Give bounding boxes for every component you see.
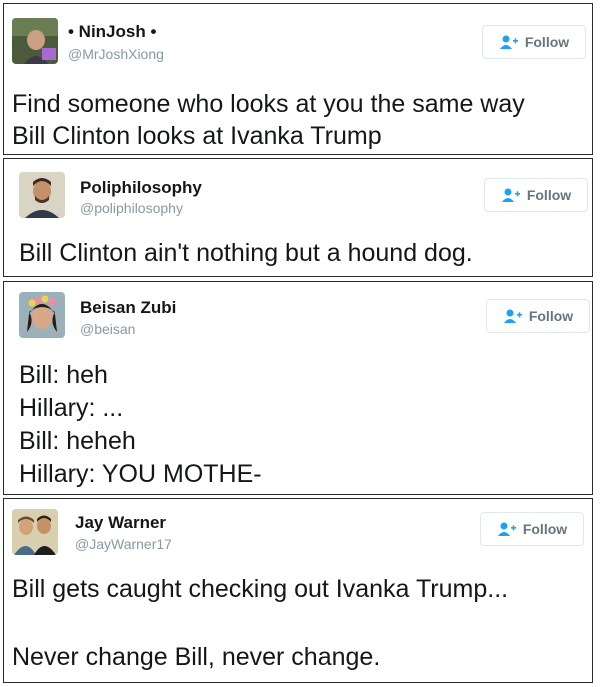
tweet-card: Poliphilosophy @poliphilosophy Follow Bi…: [3, 158, 593, 277]
avatar[interactable]: [19, 292, 65, 338]
tweet-card: Jay Warner @JayWarner17 Follow Bill gets…: [3, 498, 593, 683]
avatar[interactable]: [12, 509, 58, 555]
tweet-text-line: Bill: heh: [19, 361, 108, 389]
tweet-text-line: Hillary: YOU MOTHE-: [19, 460, 262, 488]
avatar[interactable]: [12, 18, 58, 64]
follow-button[interactable]: Follow: [486, 299, 590, 333]
follow-button[interactable]: Follow: [480, 512, 584, 546]
tweet-card: • NinJosh • @MrJoshXiong Follow Find som…: [3, 3, 593, 155]
tweet-text-line: Bill Clinton looks at Ivanka Trump: [12, 122, 382, 150]
tweet-text-line: Bill gets caught checking out Ivanka Tru…: [12, 575, 509, 603]
tweet-text-line: Bill Clinton ain't nothing but a hound d…: [19, 239, 473, 267]
follow-user-icon: [503, 309, 522, 323]
display-name[interactable]: Poliphilosophy: [80, 178, 202, 198]
tweet-text-line: Find someone who looks at you the same w…: [12, 90, 525, 118]
follow-button[interactable]: Follow: [484, 178, 588, 212]
user-handle[interactable]: @beisan: [80, 321, 135, 337]
user-handle[interactable]: @MrJoshXiong: [68, 46, 164, 62]
avatar[interactable]: [19, 172, 65, 218]
user-handle[interactable]: @JayWarner17: [75, 536, 172, 552]
tweet-text-line: Hillary: ...: [19, 394, 124, 422]
follow-label: Follow: [522, 521, 568, 537]
follow-user-icon: [501, 188, 520, 202]
follow-label: Follow: [526, 187, 572, 203]
tweet-text-line: Bill: heheh: [19, 427, 136, 455]
follow-label: Follow: [528, 308, 574, 324]
tweet-card: Beisan Zubi @beisan Follow Bill: heh Hil…: [3, 281, 593, 495]
follow-user-icon: [499, 35, 518, 49]
display-name[interactable]: Jay Warner: [75, 513, 166, 533]
display-name[interactable]: Beisan Zubi: [80, 298, 176, 318]
follow-user-icon: [497, 522, 516, 536]
tweet-text-line: Never change Bill, never change.: [12, 643, 381, 671]
user-handle[interactable]: @poliphilosophy: [80, 200, 183, 216]
follow-label: Follow: [524, 34, 570, 50]
follow-button[interactable]: Follow: [482, 25, 586, 59]
display-name[interactable]: • NinJosh •: [68, 22, 156, 42]
